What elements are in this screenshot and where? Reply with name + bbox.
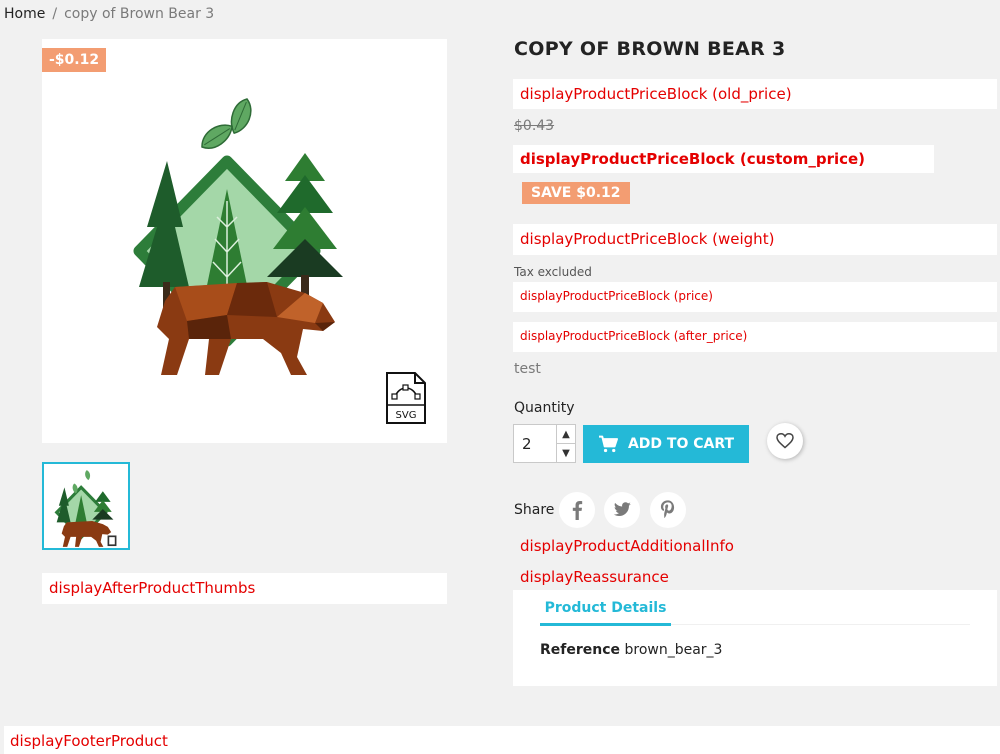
pinterest-icon	[660, 500, 675, 519]
brown-bear-illustration	[133, 98, 343, 375]
breadcrumb: Home / copy of Brown Bear 3	[4, 6, 214, 22]
quantity-input[interactable]	[514, 425, 556, 462]
breadcrumb-current[interactable]: copy of Brown Bear 3	[64, 6, 214, 22]
thumbnail-bear-illustration	[54, 470, 117, 547]
product-thumbnail[interactable]	[42, 462, 130, 550]
hook-price-block-weight: displayProductPriceBlock (weight)	[513, 224, 997, 255]
quantity-label: Quantity	[514, 400, 575, 416]
add-to-cart-label: ADD TO CART	[627, 436, 735, 452]
tax-label: Tax excluded	[514, 265, 592, 279]
hook-price-block-old-price: displayProductPriceBlock (old_price)	[513, 79, 997, 109]
hook-display-reassurance: displayReassurance	[520, 568, 669, 586]
share-facebook-button[interactable]	[559, 492, 595, 528]
hook-price-block-price: displayProductPriceBlock (price)	[513, 282, 997, 312]
breadcrumb-separator: /	[52, 6, 58, 22]
reference-value: brown_bear_3	[624, 642, 723, 658]
cart-icon	[598, 435, 618, 453]
product-short-description: test	[514, 361, 541, 377]
old-price: $0.43	[514, 118, 555, 134]
product-tabs-panel: Product Details Reference brown_bear_3	[513, 590, 997, 686]
svg-badge-text: SVG	[396, 410, 417, 421]
share-twitter-button[interactable]	[604, 492, 640, 528]
hook-display-product-additional-info: displayProductAdditionalInfo	[520, 537, 734, 555]
hook-price-block-after-price: displayProductPriceBlock (after_price)	[513, 322, 997, 352]
hook-price-block-custom-price: displayProductPriceBlock (custom_price)	[513, 145, 934, 173]
reference-label: Reference	[540, 642, 621, 658]
hook-display-footer-product: displayFooterProduct	[4, 726, 1000, 754]
heart-icon	[776, 433, 794, 449]
svg-file-icon: SVG	[386, 372, 426, 424]
facebook-icon	[572, 501, 583, 520]
product-cover-image[interactable]: -$0.12 SVG	[42, 39, 447, 443]
tab-product-details[interactable]: Product Details	[540, 598, 671, 626]
product-title: COPY OF BROWN BEAR 3	[514, 38, 786, 60]
save-badge: SAVE $0.12	[522, 182, 630, 204]
hook-display-after-product-thumbs: displayAfterProductThumbs	[42, 573, 447, 604]
quantity-buttons: ▲ ▼	[556, 425, 575, 462]
quantity-down-icon[interactable]: ▼	[557, 443, 575, 462]
twitter-icon	[613, 502, 631, 516]
add-to-cart-button[interactable]: ADD TO CART	[583, 425, 749, 463]
quantity-up-icon[interactable]: ▲	[557, 425, 575, 443]
product-reference: Reference brown_bear_3	[540, 642, 722, 658]
breadcrumb-home-link[interactable]: Home	[4, 6, 45, 22]
wishlist-button[interactable]	[767, 423, 803, 459]
quantity-stepper: ▲ ▼	[513, 424, 576, 463]
share-label: Share	[514, 502, 555, 518]
discount-flag: -$0.12	[42, 48, 107, 72]
share-pinterest-button[interactable]	[650, 492, 686, 528]
